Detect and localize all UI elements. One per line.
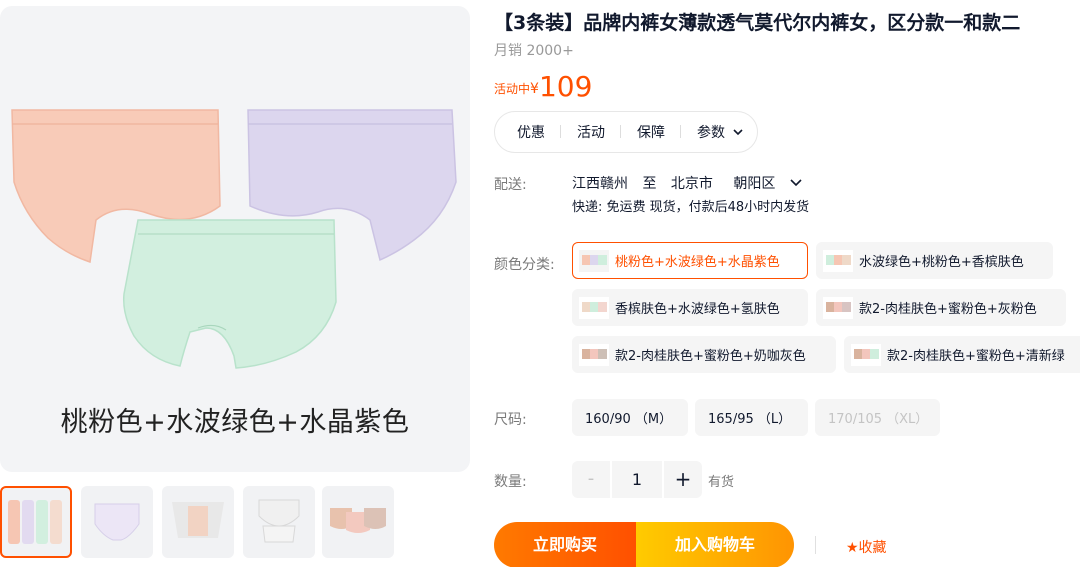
color-swatch-icon [579, 296, 609, 319]
product-title: 【3条装】品牌内裤女薄款透气莫代尔内裤女，区分款一和款二 [494, 12, 1021, 34]
price-activity-tag: 活动中 [494, 82, 531, 96]
price-value: 109 [538, 70, 593, 103]
thumbnail-3[interactable] [162, 486, 234, 558]
price-currency: ¥ [530, 81, 539, 97]
color-swatch-icon [579, 249, 609, 272]
color-option-label: 款2-肉桂肤色+蜜粉色+奶咖灰色 [615, 349, 806, 364]
ship-from: 江西赣州 [572, 176, 628, 192]
chevron-down-icon[interactable] [790, 178, 802, 188]
price-line: 活动中¥109 [494, 70, 592, 103]
quantity-label: 数量: [494, 474, 527, 490]
size-option-label: 170/105 （XL） [828, 412, 929, 427]
tab-params[interactable]: 参数 [697, 122, 744, 142]
shipping-route: 江西赣州 至 北京市 朝阳区 [572, 173, 802, 193]
thumbnail-2[interactable] [81, 486, 153, 558]
ship-district[interactable]: 朝阳区 [733, 176, 775, 192]
shipping-info: 快递: 免运费 现货，付款后48小时内发货 [572, 200, 810, 215]
tab-activity[interactable]: 活动 [577, 122, 621, 142]
size-label: 尺码: [494, 412, 527, 428]
add-to-cart-button[interactable]: 加入购物车 [636, 522, 794, 567]
color-option-label: 桃粉色+水波绿色+水晶紫色 [615, 255, 780, 270]
color-option-3[interactable]: 香槟肤色+水波绿色+氢肤色 [572, 289, 808, 326]
color-option-label: 水波绿色+桃粉色+香槟肤色 [859, 255, 1024, 270]
color-option-6[interactable]: 款2-肉桂肤色+蜜粉色+清新绿 [844, 336, 1080, 373]
quantity-decrease-button[interactable]: - [572, 461, 610, 498]
tab-guarantee[interactable]: 保障 [637, 122, 681, 142]
color-option-2[interactable]: 水波绿色+桃粉色+香槟肤色 [816, 242, 1053, 279]
shipping-label: 配送: [494, 177, 527, 193]
color-swatch-icon [823, 296, 853, 319]
size-option-label: 160/90 （M） [585, 412, 673, 427]
main-image-caption: 桃粉色+水波绿色+水晶紫色 [60, 407, 410, 438]
color-option-5[interactable]: 款2-肉桂肤色+蜜粉色+奶咖灰色 [572, 336, 836, 373]
stock-status: 有货 [708, 475, 735, 490]
color-option-label: 款2-肉桂肤色+蜜粉色+清新绿 [887, 349, 1065, 364]
color-label: 颜色分类: [494, 257, 555, 273]
size-option-xl: 170/105 （XL） [815, 399, 940, 436]
buy-now-button[interactable]: 立即购买 [494, 522, 636, 567]
quantity-increase-button[interactable]: + [664, 461, 702, 498]
color-swatch-icon [579, 343, 609, 366]
ship-to-word: 至 [642, 176, 657, 192]
color-option-1[interactable]: 桃粉色+水波绿色+水晶紫色 [572, 242, 808, 279]
thumbnail-1[interactable] [0, 486, 72, 558]
main-product-image: 桃粉色+水波绿色+水晶紫色 [0, 6, 470, 472]
color-option-4[interactable]: 款2-肉桂肤色+蜜粉色+灰粉色 [816, 289, 1066, 326]
color-option-label: 香槟肤色+水波绿色+氢肤色 [615, 302, 780, 317]
size-option-label: 165/95 （L） [708, 412, 792, 427]
quantity-input[interactable]: 1 [612, 461, 662, 498]
tab-params-label: 参数 [697, 125, 725, 141]
divider [815, 536, 816, 554]
thumbnail-4[interactable] [243, 486, 315, 558]
thumbnail-5[interactable] [322, 486, 394, 558]
size-option-l[interactable]: 165/95 （L） [695, 399, 808, 436]
color-option-label: 款2-肉桂肤色+蜜粉色+灰粉色 [859, 302, 1037, 317]
chevron-down-icon [733, 129, 744, 136]
color-swatch-icon [823, 249, 853, 272]
size-option-m[interactable]: 160/90 （M） [572, 399, 688, 436]
ship-city[interactable]: 北京市 [671, 176, 713, 192]
monthly-sales: 月销 2000+ [494, 43, 574, 59]
color-swatch-icon [851, 343, 881, 366]
info-tabs: 优惠 活动 保障 参数 [494, 111, 758, 153]
favorite-button[interactable]: ★收藏 [846, 537, 887, 557]
tab-promo[interactable]: 优惠 [517, 122, 561, 142]
